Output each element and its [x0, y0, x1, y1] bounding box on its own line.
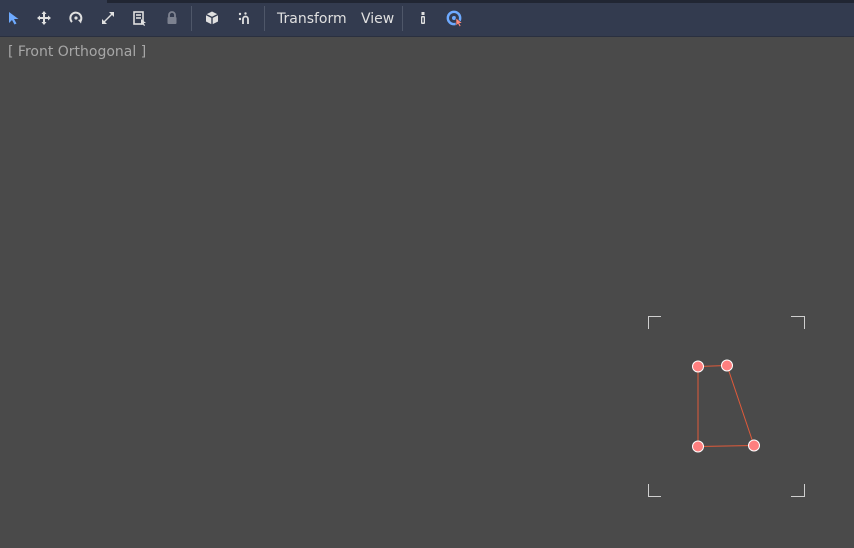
polygon-vertex-handle[interactable]: [748, 439, 760, 452]
move-arrows-icon: [37, 11, 51, 25]
polygon-vertex-handle[interactable]: [692, 440, 704, 453]
viewport[interactable]: [ Front Orthogonal ]: [0, 37, 854, 548]
polygon-outline: [697, 364, 755, 448]
snap-button[interactable]: [233, 6, 257, 30]
polygon-vertex-handle[interactable]: [692, 360, 704, 373]
list-select-icon: [133, 11, 146, 26]
selection-bracket: [791, 316, 805, 329]
polygon-edit-icon: [446, 10, 464, 27]
viewport-overlay: [648, 316, 805, 497]
selection-bracket: [648, 316, 661, 329]
cube-icon: [205, 11, 219, 25]
toolbar-separator: [402, 6, 403, 31]
snap-icon: [238, 12, 249, 24]
local-space-button[interactable]: [200, 6, 224, 30]
lock-button[interactable]: [160, 6, 184, 30]
selection-brackets: [648, 316, 805, 497]
select-tool-button[interactable]: [2, 6, 26, 30]
selection-bracket: [648, 484, 661, 497]
editor-window: Transform View [ Front Orthogonal ]: [0, 0, 854, 548]
visibility-button[interactable]: [411, 6, 435, 30]
tab-strip: [107, 0, 854, 3]
transform-menu[interactable]: Transform: [277, 9, 347, 29]
rotate-icon: [69, 11, 83, 24]
scale-tool-button[interactable]: [96, 6, 120, 30]
list-select-button[interactable]: [128, 6, 152, 30]
lock-icon: [167, 11, 177, 24]
select-arrow-icon: [9, 12, 19, 25]
selection-bracket: [791, 484, 805, 497]
rotate-tool-button[interactable]: [64, 6, 88, 30]
polygon-vertex-handle[interactable]: [721, 359, 733, 372]
polygon-edit-button[interactable]: [443, 6, 467, 30]
toolbar-separator: [264, 6, 265, 31]
view-menu[interactable]: View: [361, 9, 394, 29]
move-tool-button[interactable]: [32, 6, 56, 30]
viewport-toolbar: Transform View: [0, 0, 854, 37]
toolbar-separator: [191, 6, 192, 31]
pin-icon: [421, 12, 425, 24]
scale-arrows-icon: [102, 12, 114, 24]
